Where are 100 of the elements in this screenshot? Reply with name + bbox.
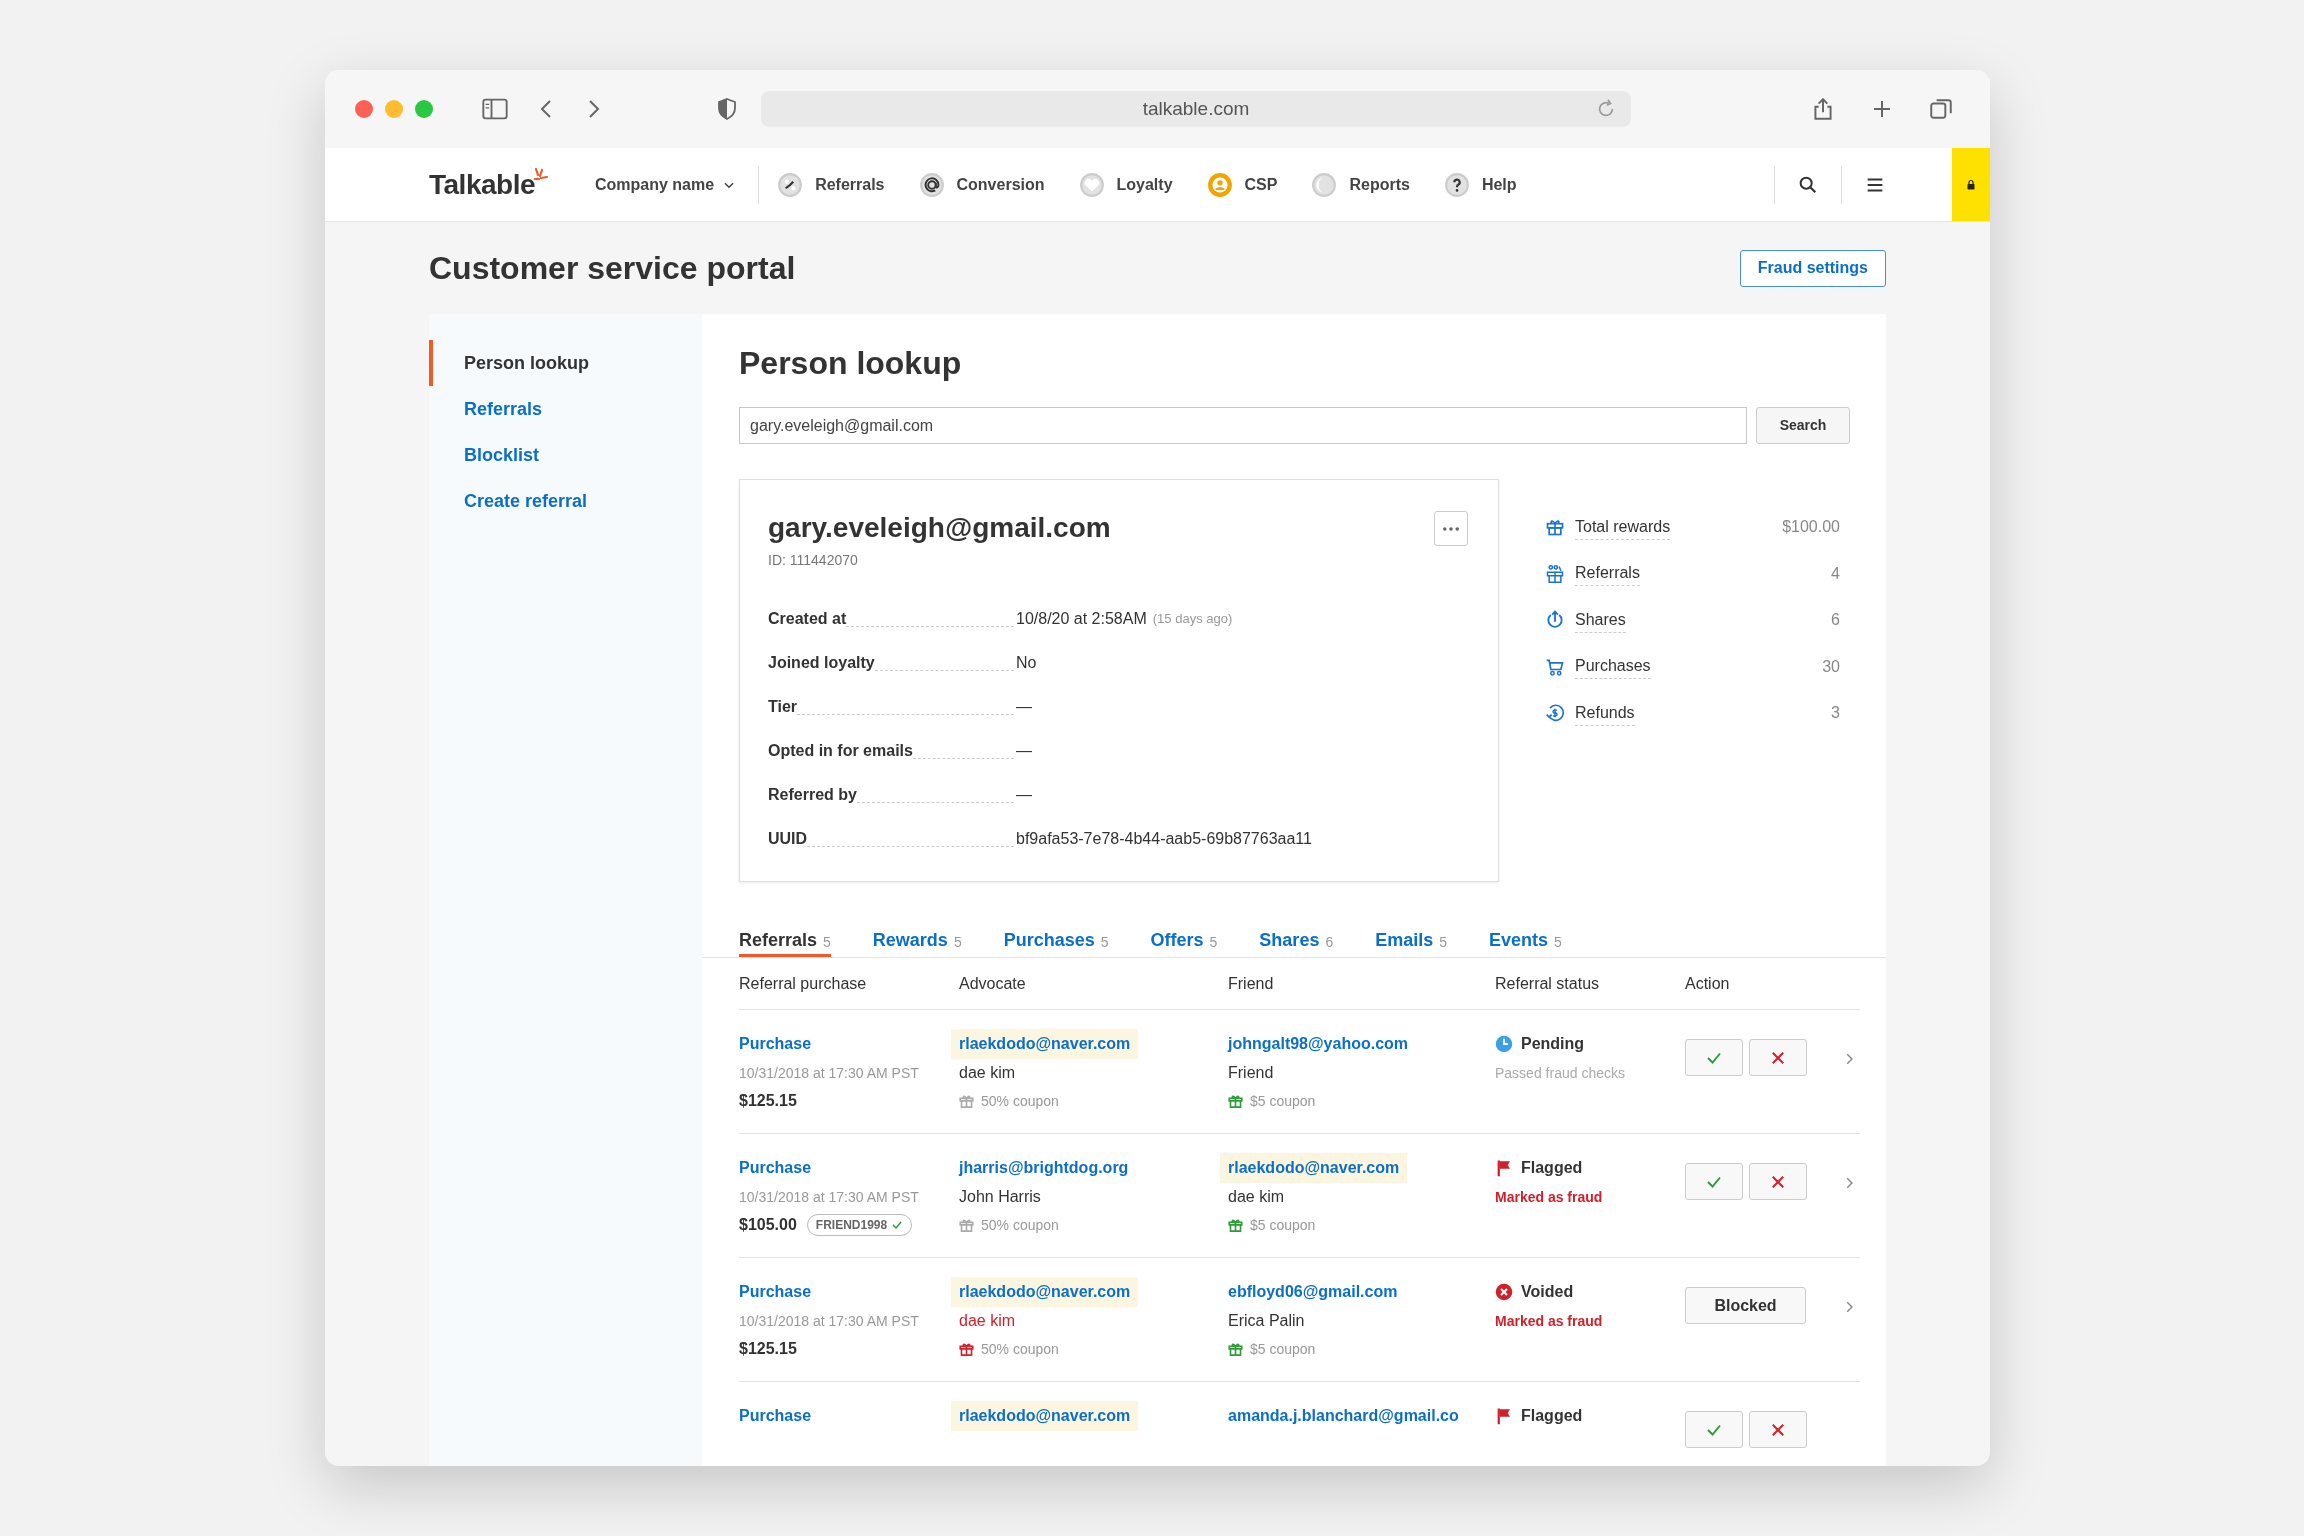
tab[interactable]: Rewards 5 — [872, 927, 962, 957]
person-name: dae kim — [1228, 1187, 1286, 1207]
purchase-link[interactable]: Purchase — [739, 1029, 812, 1059]
email-link[interactable]: amanda.j.blanchard@gmail.co — [1228, 1401, 1459, 1431]
clock-icon — [1495, 1035, 1513, 1053]
profile-email: gary.eveleigh@gmail.com — [768, 511, 1111, 545]
purchase-amount: $125.15 — [739, 1339, 797, 1359]
purchase-date: 10/31/2018 at 17:30 AM PST — [739, 1312, 920, 1331]
nav-link[interactable]: Loyalty — [1078, 171, 1173, 198]
email-link[interactable]: rlaekdodo@naver.com — [951, 1401, 1139, 1431]
field-value: — — [1016, 697, 1032, 717]
sidebar-link[interactable]: Create referral — [429, 478, 702, 524]
email-link[interactable]: johngalt98@yahoo.com — [1228, 1029, 1409, 1059]
stat-label[interactable]: Shares — [1575, 607, 1626, 633]
tab[interactable]: Purchases 5 — [1003, 927, 1109, 957]
status-label: Pending — [1521, 1034, 1585, 1054]
email-link[interactable]: jharris@brightdog.org — [959, 1153, 1129, 1183]
field-label: Created at — [768, 609, 847, 629]
company-dropdown[interactable]: Company name — [595, 172, 737, 197]
page-title: Customer service portal — [429, 249, 796, 288]
status-note: Marked as fraud — [1495, 1312, 1603, 1331]
refund-icon — [1545, 703, 1565, 724]
person-name: dae kim — [959, 1311, 1016, 1331]
purchase-link[interactable]: Purchase — [739, 1401, 812, 1431]
email-link[interactable]: ebfloyd06@gmail.com — [1228, 1277, 1398, 1307]
search-button[interactable]: Search — [1756, 407, 1850, 444]
nav-link[interactable]: Conversion — [918, 171, 1045, 198]
shield-icon[interactable] — [715, 97, 739, 121]
nav-link[interactable]: Referrals — [777, 171, 885, 198]
gift-icon — [959, 1093, 974, 1109]
lock-tab[interactable] — [1952, 148, 1990, 221]
more-button[interactable] — [1434, 511, 1468, 546]
email-link[interactable]: rlaekdodo@naver.com — [951, 1029, 1139, 1059]
status-label: Flagged — [1521, 1158, 1583, 1178]
purchase-link[interactable]: Purchase — [739, 1277, 812, 1307]
tabs-overview-icon[interactable] — [1928, 96, 1954, 122]
field-label: Tier — [768, 697, 798, 717]
nav-link[interactable]: CSP — [1206, 171, 1278, 198]
tab[interactable]: Events 5 — [1489, 927, 1562, 957]
nav-link[interactable]: Reports — [1311, 171, 1410, 198]
email-link[interactable]: rlaekdodo@naver.com — [1220, 1153, 1408, 1183]
field-label: Referred by — [768, 785, 857, 805]
purchase-link[interactable]: Purchase — [739, 1153, 812, 1183]
stat-value: 3 — [1831, 703, 1840, 724]
person-name: Friend — [1228, 1063, 1275, 1083]
person-icon — [1206, 171, 1233, 198]
tab[interactable]: Emails 5 — [1375, 927, 1448, 957]
stat-label[interactable]: Refunds — [1575, 700, 1635, 726]
sidebar-link[interactable]: Referrals — [429, 386, 702, 432]
field-note: (15 days ago) — [1152, 610, 1233, 629]
stat-value: $100.00 — [1782, 517, 1840, 538]
search-field[interactable]: gary.eveleigh@gmail.com — [739, 407, 1747, 444]
heart-icon — [1078, 171, 1105, 198]
stat-label[interactable]: Total rewards — [1575, 514, 1671, 540]
gift-icon — [1545, 517, 1565, 538]
error-icon — [1495, 1283, 1513, 1301]
nav-link[interactable]: Help — [1443, 171, 1517, 198]
reward-text: $5 coupon — [1250, 1339, 1316, 1359]
close-button[interactable] — [355, 100, 373, 118]
status-label: Flagged — [1521, 1406, 1583, 1426]
column-header: Referral purchase — [739, 974, 867, 992]
email-link[interactable]: rlaekdodo@naver.com — [951, 1277, 1139, 1307]
purchase-date: 10/31/2018 at 17:30 AM PST — [739, 1064, 920, 1083]
status-label: Voided — [1521, 1282, 1574, 1302]
share-icon — [1545, 610, 1565, 631]
reject-button[interactable] — [1749, 1163, 1807, 1200]
person-name: Erica Palin — [1228, 1311, 1306, 1331]
tab[interactable]: Offers 5 — [1150, 927, 1218, 957]
field-value: — — [1016, 741, 1032, 761]
column-header: Action — [1685, 974, 1730, 992]
address-bar[interactable]: talkable.com — [761, 91, 1631, 127]
logo-text[interactable]: Talkable — [429, 163, 535, 206]
column-header: Advocate — [959, 974, 1026, 992]
status-note: Marked as fraud — [1495, 1188, 1603, 1207]
stat-label[interactable]: Referrals — [1575, 561, 1640, 587]
reject-button[interactable] — [1749, 1411, 1807, 1448]
pinwheel-icon — [777, 171, 804, 198]
person-name: John Harris — [959, 1187, 1041, 1207]
tab[interactable]: Shares 6 — [1259, 927, 1334, 957]
flag-icon — [1495, 1407, 1513, 1425]
stat-value: 4 — [1831, 563, 1840, 584]
tab[interactable]: Referrals 5 — [739, 927, 831, 957]
sidebar-link[interactable]: Blocklist — [429, 432, 702, 478]
reward-text: $5 coupon — [1250, 1215, 1316, 1235]
crescent-icon — [1311, 171, 1338, 198]
stat-value: 30 — [1822, 656, 1840, 677]
gift-icon — [1228, 1341, 1243, 1357]
reject-button[interactable] — [1749, 1039, 1807, 1076]
field-label: Joined loyalty — [768, 653, 875, 673]
purchase-date: 10/31/2018 at 17:30 AM PST — [739, 1188, 920, 1207]
sidebar-link[interactable]: Person lookup — [429, 340, 702, 386]
stat-label[interactable]: Purchases — [1575, 654, 1651, 680]
blocked-button[interactable]: Blocked — [1685, 1287, 1806, 1324]
field-value: — — [1016, 785, 1032, 805]
gift-icon — [1228, 1217, 1243, 1233]
reward-text: 50% coupon — [981, 1091, 1059, 1111]
flag-icon — [1495, 1159, 1513, 1177]
person-name: dae kim — [959, 1063, 1016, 1083]
fraud-settings-button[interactable]: Fraud settings — [1739, 249, 1886, 287]
help-icon — [1443, 171, 1470, 198]
